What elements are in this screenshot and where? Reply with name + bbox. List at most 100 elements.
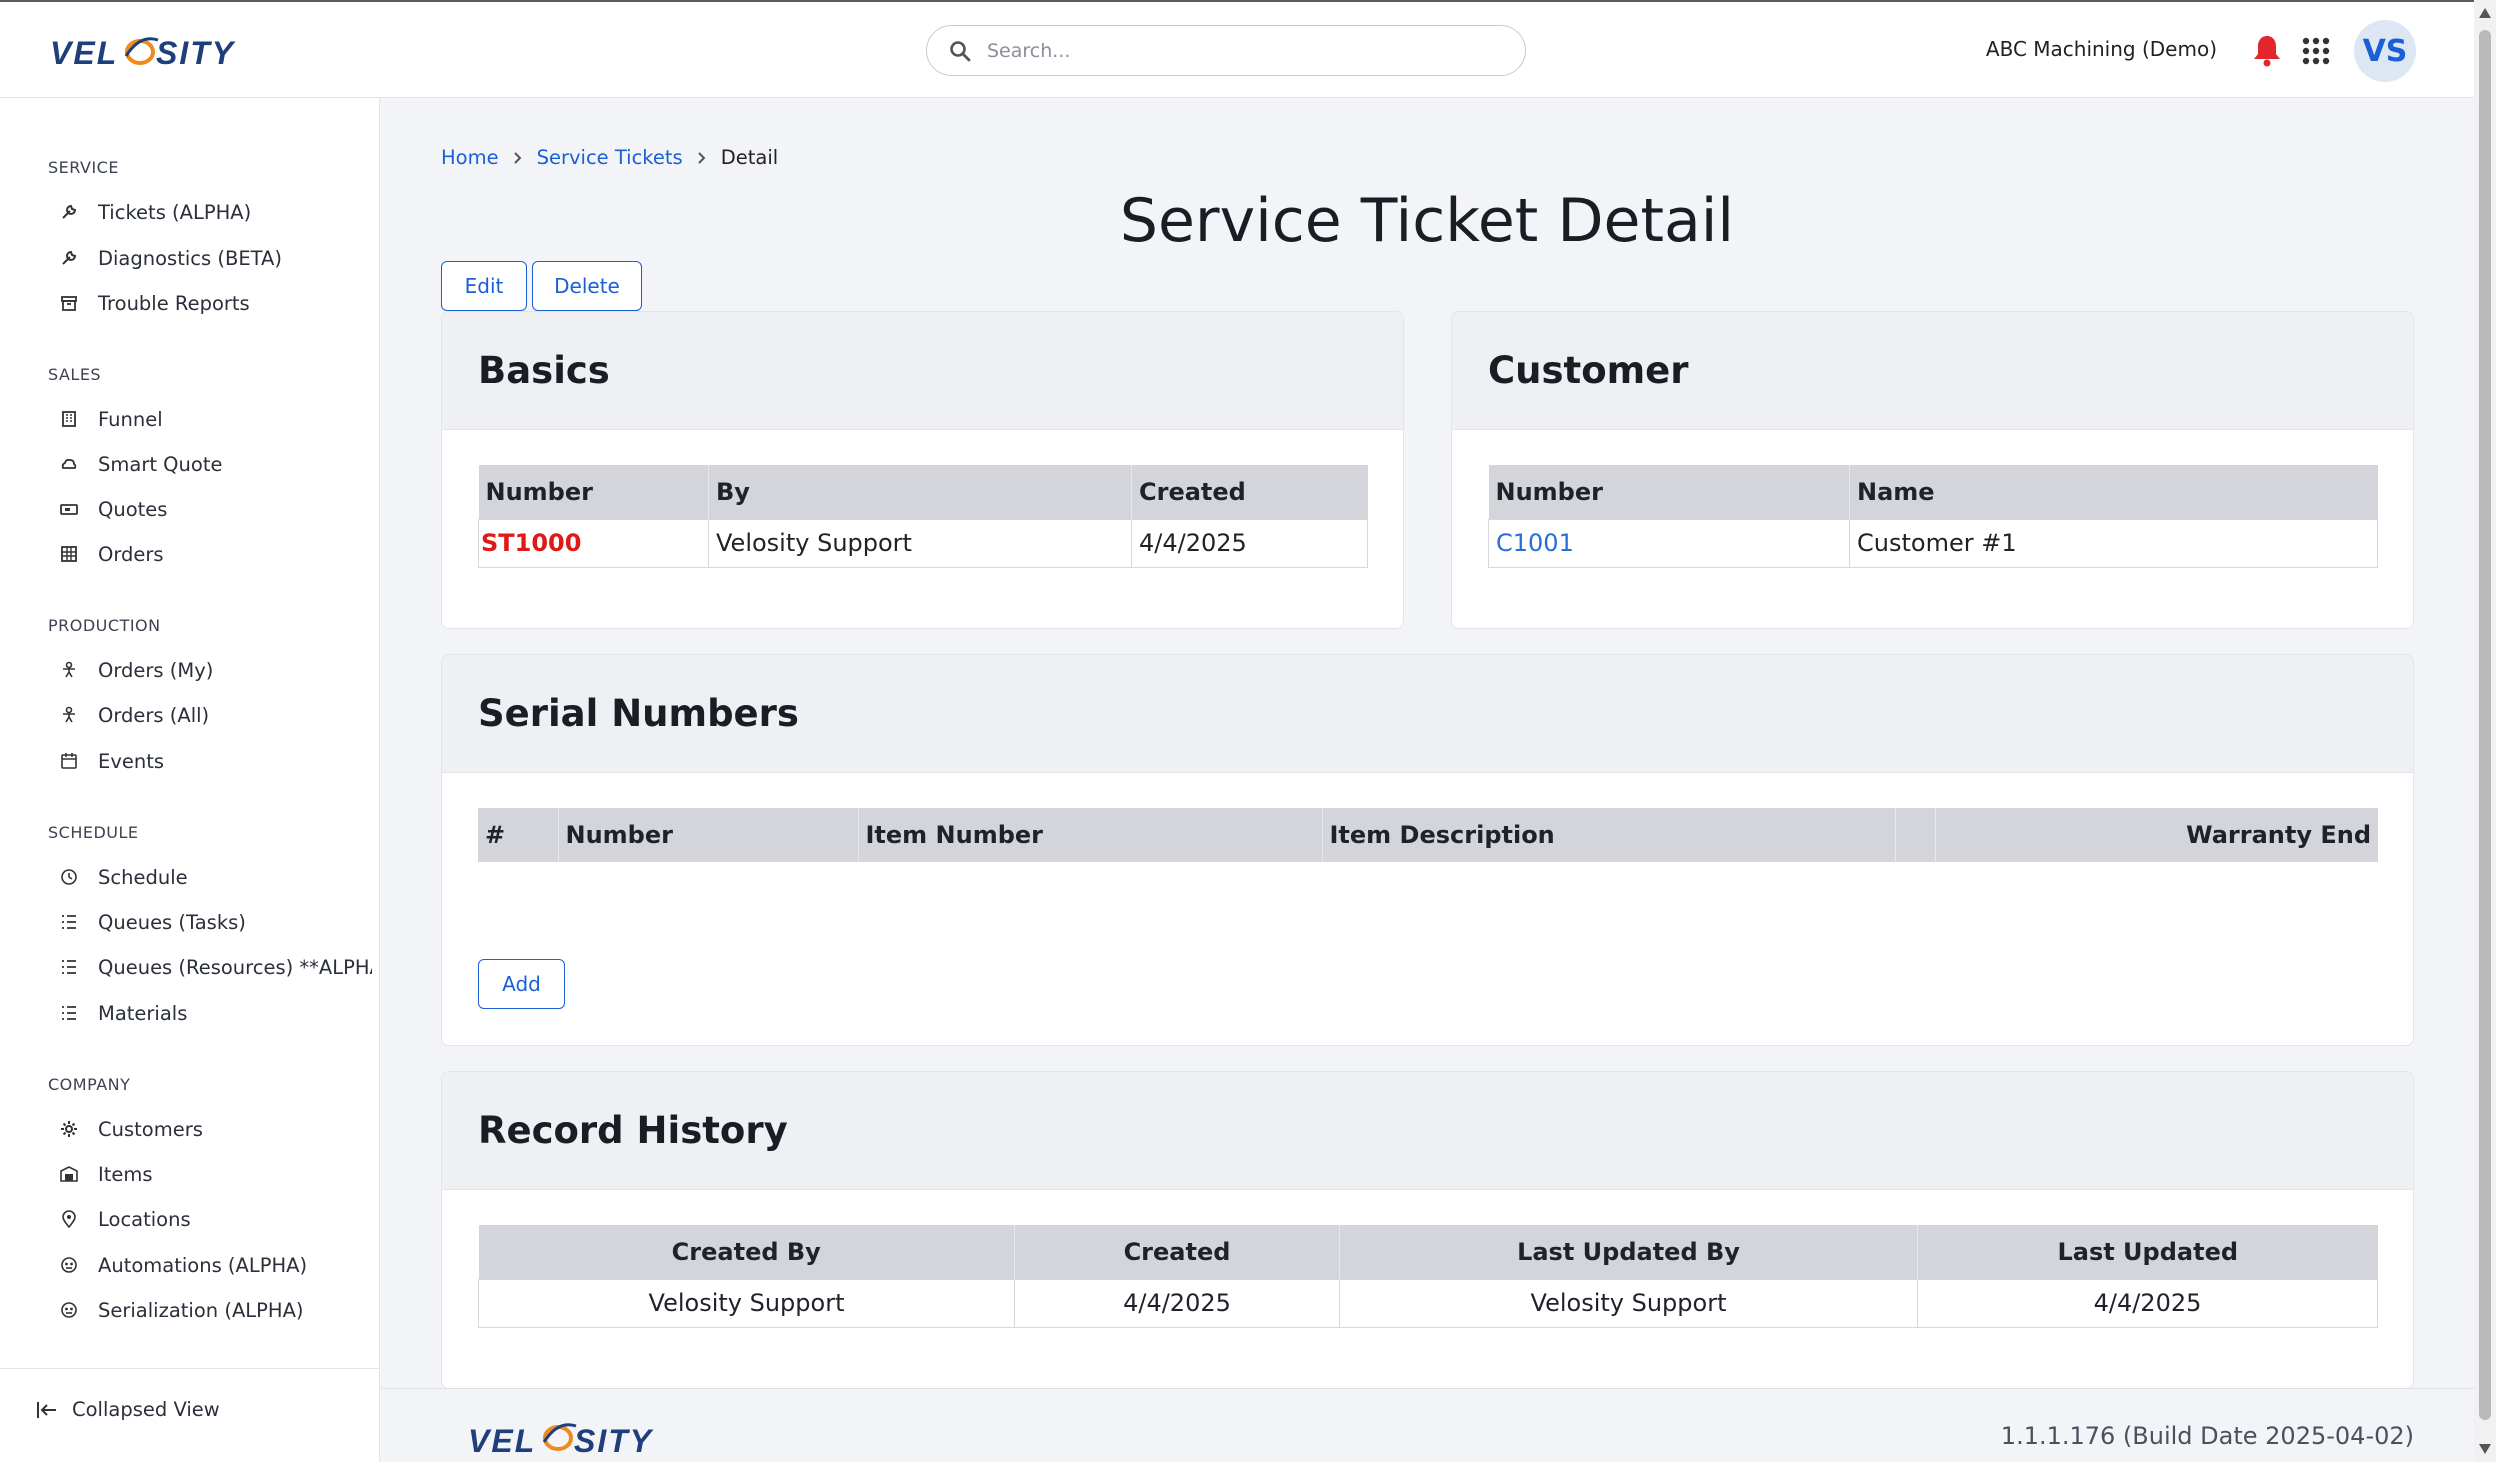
chevron-right-icon	[513, 151, 522, 164]
sidebar-item-label: Diagnostics (BETA)	[98, 246, 283, 270]
calendar-icon	[61, 753, 77, 769]
sidebar-item-label: Orders (My)	[98, 658, 214, 682]
collapse-sidebar-button[interactable]: Collapsed View	[36, 1398, 220, 1421]
scroll-up-arrow-icon[interactable]	[2479, 8, 2491, 18]
sidebar-item-queues-resources[interactable]: Queues (Resources) **ALPHA**	[60, 949, 372, 985]
version-text: 1.1.1.176 (Build Date 2025-04-02)	[2000, 1422, 2414, 1450]
table-cell: 4/4/2025	[1131, 518, 1368, 568]
sidebar-item-label: Orders	[98, 542, 164, 566]
sidebar-item-queues-tasks[interactable]: Queues (Tasks)	[60, 904, 246, 940]
delete-button[interactable]: Delete	[532, 261, 642, 311]
sidebar-item-label: Funnel	[98, 407, 163, 431]
archive-icon	[61, 296, 77, 311]
column-header: Created	[1131, 465, 1368, 519]
scrollbar-thumb[interactable]	[2479, 30, 2491, 1420]
collapse-left-icon	[37, 1401, 56, 1418]
sidebar-item-materials[interactable]: Materials	[60, 995, 187, 1031]
sidebar-item-automations[interactable]: Automations (ALPHA)	[60, 1247, 307, 1283]
column-header	[1894, 808, 1935, 862]
sidebar-item-schedule[interactable]: Schedule	[60, 859, 188, 895]
record-history-title: Record History	[442, 1072, 2413, 1190]
sidebar-item-tickets[interactable]: Tickets (ALPHA)	[60, 194, 251, 230]
apps-grid-icon[interactable]	[2302, 37, 2330, 65]
svg-text:VEL: VEL	[50, 35, 118, 71]
sidebar-item-label: Trouble Reports	[98, 291, 250, 315]
sidebar-section-schedule: SCHEDULE	[48, 823, 139, 842]
sidebar-item-orders-my[interactable]: Orders (My)	[60, 652, 213, 688]
sidebar-item-events[interactable]: Events	[60, 743, 164, 779]
sidebar-section-service: SERVICE	[48, 158, 119, 177]
serial-numbers-title: Serial Numbers	[442, 655, 2413, 773]
column-header: By	[708, 465, 1132, 519]
edit-button[interactable]: Edit	[441, 261, 527, 311]
list-icon	[62, 1006, 76, 1020]
column-header: Created By	[478, 1225, 1015, 1279]
person-icon	[63, 706, 75, 723]
column-header: Name	[1849, 465, 2378, 519]
list-icon	[62, 960, 76, 974]
customer-card: Customer Number Name C1001 Customer #1	[1451, 311, 2414, 629]
table-cell: Velosity Support	[1339, 1278, 1918, 1328]
sidebar-item-funnel[interactable]: Funnel	[60, 401, 163, 437]
basics-title: Basics	[442, 312, 1403, 430]
sidebar-item-label: Automations (ALPHA)	[98, 1253, 308, 1277]
page-title: Service Ticket Detail	[1119, 186, 1735, 256]
sidebar-section-production: PRODUCTION	[48, 616, 161, 635]
column-header: Number	[1488, 465, 1850, 519]
gear-icon	[61, 1121, 77, 1137]
user-avatar[interactable]: VS	[2354, 20, 2416, 82]
record-history-table: Created By Created Last Updated By Last …	[478, 1225, 2378, 1328]
breadcrumb-service-tickets[interactable]: Service Tickets	[537, 146, 683, 169]
sidebar-item-label: Events	[98, 749, 165, 773]
page-scrollbar[interactable]	[2474, 0, 2496, 1462]
breadcrumb-home[interactable]: Home	[441, 146, 499, 169]
sidebar-item-diagnostics[interactable]: Diagnostics (BETA)	[60, 240, 282, 276]
footer-velosity-logo: VEL SITY	[466, 1410, 656, 1459]
column-header: Item Number	[857, 808, 1322, 862]
sidebar-item-trouble-reports[interactable]: Trouble Reports	[60, 285, 250, 321]
wrench-icon	[62, 250, 77, 265]
sidebar-item-locations[interactable]: Locations	[60, 1201, 191, 1237]
cloud-icon	[61, 458, 77, 469]
wrench-icon	[62, 204, 77, 219]
column-header: Number	[478, 465, 709, 519]
company-name[interactable]: ABC Machining (Demo)	[1986, 37, 2217, 61]
sidebar-item-serialization[interactable]: Serialization (ALPHA)	[60, 1292, 304, 1328]
footer-divider	[381, 1388, 2474, 1389]
search-input[interactable]	[987, 34, 1507, 68]
table-cell: 4/4/2025	[1917, 1278, 2378, 1328]
sidebar-item-orders[interactable]: Orders	[60, 536, 164, 572]
customer-number-link[interactable]: C1001	[1488, 518, 1850, 568]
velosity-logo[interactable]: VEL SITY	[48, 26, 238, 72]
sidebar-section-company: COMPANY	[48, 1075, 131, 1094]
ticket-icon	[60, 504, 78, 515]
column-header: Number	[557, 808, 858, 862]
column-header: Warranty End	[1934, 808, 2378, 862]
sidebar-item-orders-all[interactable]: Orders (All)	[60, 697, 209, 733]
sidebar-item-items[interactable]: Items	[60, 1156, 153, 1192]
sidebar-section-sales: SALES	[48, 365, 102, 384]
sidebar-item-label: Locations	[98, 1207, 191, 1231]
basics-table: Number By Created ST1000 Velosity Suppor…	[478, 465, 1368, 568]
search-bar[interactable]	[926, 25, 1526, 76]
notification-bell-icon[interactable]	[2252, 33, 2282, 67]
ticket-number: ST1000	[478, 518, 709, 568]
sidebar-item-label: Materials	[98, 1001, 188, 1025]
table-icon	[61, 546, 77, 562]
list-icon	[62, 915, 76, 929]
breadcrumb-current: Detail	[720, 146, 779, 169]
sidebar-item-smart-quote[interactable]: Smart Quote	[60, 446, 222, 482]
sidebar-item-quotes[interactable]: Quotes	[60, 491, 167, 527]
add-serial-button[interactable]: Add	[478, 959, 565, 1009]
table-cell: Velosity Support	[478, 1278, 1015, 1328]
sidebar-item-label: Items	[98, 1162, 153, 1186]
sidebar: SERVICE Tickets (ALPHA) Diagnostics (BET…	[0, 98, 380, 1462]
sidebar-item-customers[interactable]: Customers	[60, 1111, 203, 1147]
scroll-down-arrow-icon[interactable]	[2479, 1444, 2491, 1454]
chevron-right-icon	[698, 151, 706, 164]
building-icon	[62, 411, 76, 427]
robot-icon	[61, 1257, 77, 1273]
sidebar-item-label: Quotes	[98, 497, 168, 521]
table-row: Velosity Support 4/4/2025 Velosity Suppo…	[478, 1278, 2378, 1328]
column-header: Last Updated	[1917, 1225, 2378, 1279]
